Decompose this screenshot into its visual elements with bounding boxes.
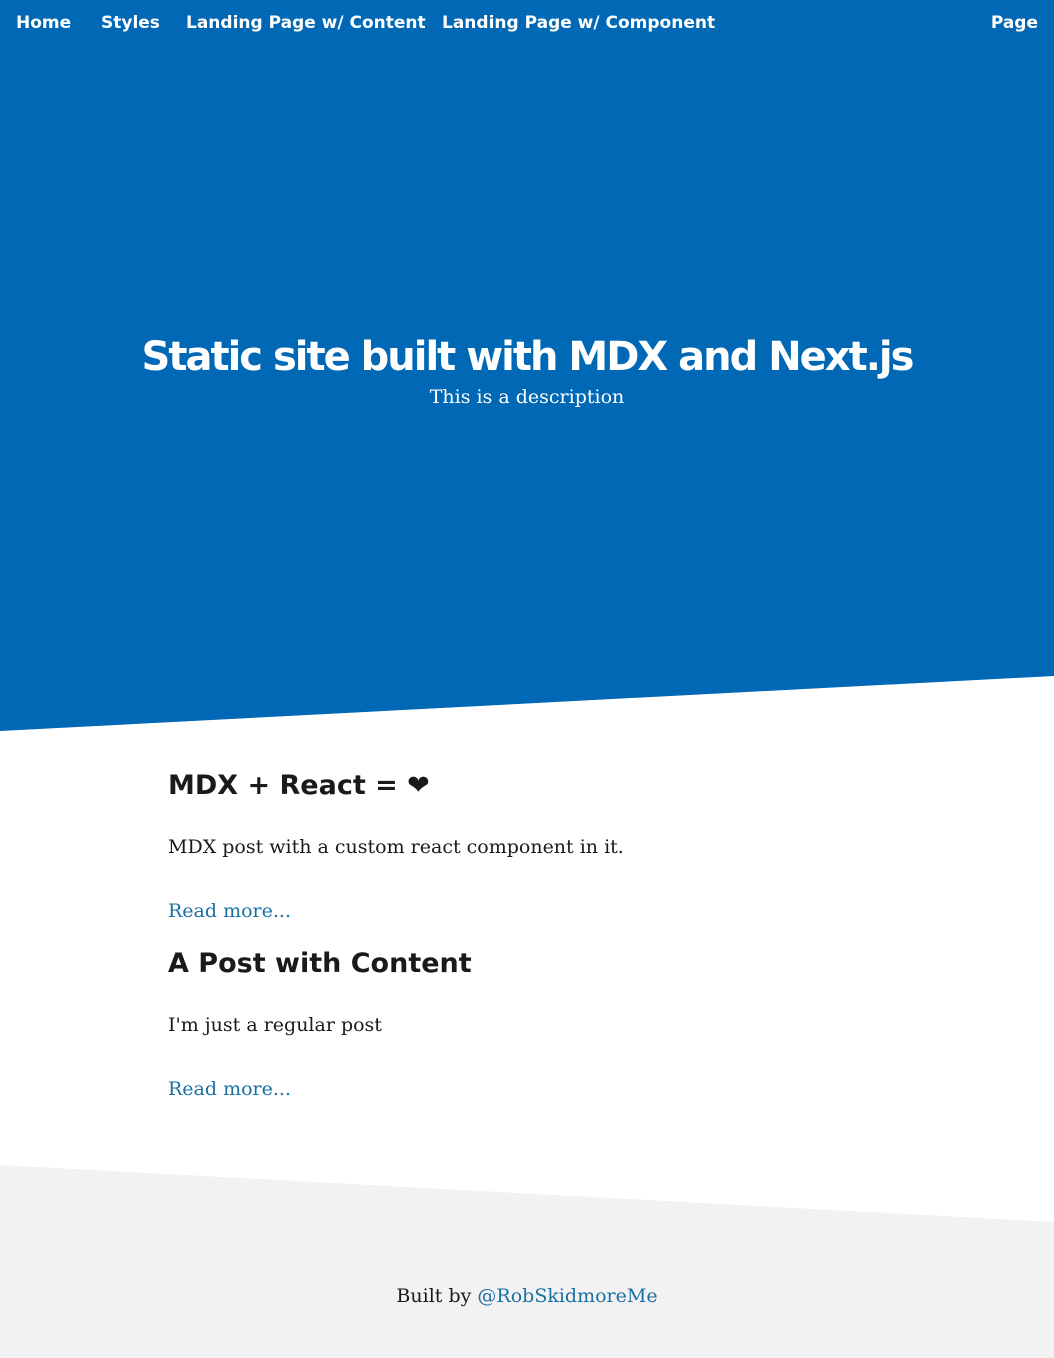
post-excerpt: I'm just a regular post bbox=[168, 1014, 382, 1036]
nav-link-landing-component[interactable]: Landing Page w/ Component bbox=[442, 13, 715, 33]
footer-prefix: Built by bbox=[396, 1285, 472, 1307]
post-excerpt: MDX post with a custom react component i… bbox=[168, 836, 624, 858]
post-card: MDX + React = ❤ MDX post with a custom r… bbox=[168, 768, 888, 922]
hero-description: This is a description bbox=[429, 386, 625, 408]
post-card: A Post with Content I'm just a regular p… bbox=[168, 946, 888, 1100]
top-navigation: Home Styles Landing Page w/ Content Land… bbox=[0, 0, 1054, 50]
nav-link-page[interactable]: Page bbox=[991, 13, 1038, 33]
read-more-link[interactable]: Read more... bbox=[168, 1078, 291, 1100]
nav-link-landing-content[interactable]: Landing Page w/ Content bbox=[186, 13, 426, 33]
read-more-link[interactable]: Read more... bbox=[168, 900, 291, 922]
nav-link-home[interactable]: Home bbox=[16, 13, 71, 33]
footer-author-link[interactable]: @RobSkidmoreMe bbox=[477, 1285, 657, 1307]
post-title: MDX + React = ❤ bbox=[168, 770, 430, 801]
hero-title: Static site built with MDX and Next.js bbox=[141, 334, 915, 380]
footer-background bbox=[0, 1165, 1054, 1358]
footer-credit: Built by @RobSkidmoreMe bbox=[0, 1285, 1054, 1307]
post-title: A Post with Content bbox=[168, 948, 472, 979]
nav-link-styles[interactable]: Styles bbox=[101, 13, 160, 33]
